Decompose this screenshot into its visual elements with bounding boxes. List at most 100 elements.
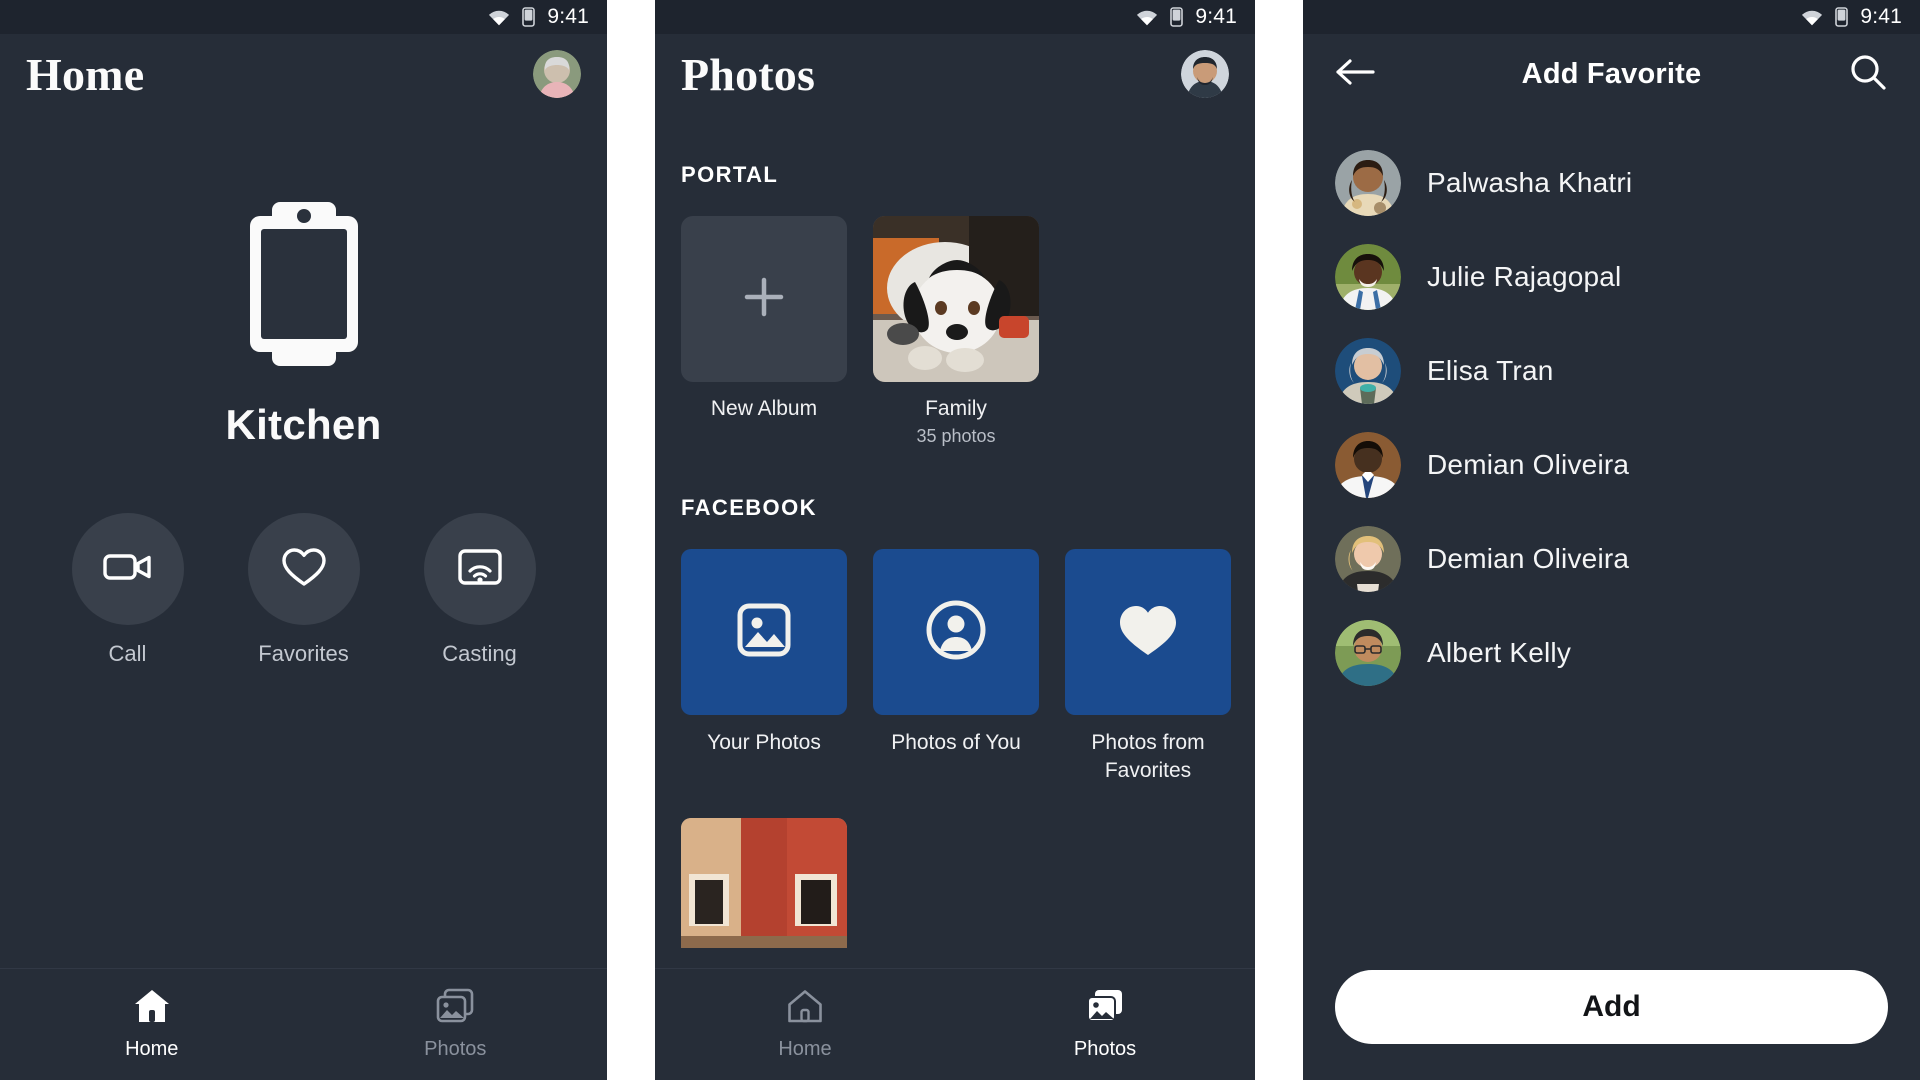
- tile-photos-of-you[interactable]: Photos of You: [873, 549, 1039, 784]
- three-panel-mockup: 9:41 Home Kitchen Call Favorites Casting…: [0, 0, 1920, 1080]
- contact-name: Demian Oliveira: [1427, 543, 1630, 574]
- nav-item-home[interactable]: Home: [0, 969, 304, 1080]
- action-call-label: Call: [108, 641, 147, 666]
- add-button[interactable]: Add: [1335, 970, 1888, 1044]
- status-time: 9:41: [1860, 5, 1902, 28]
- heart-filled-icon: [1116, 601, 1180, 664]
- strip-tile-building[interactable]: [681, 817, 847, 948]
- tile-photos-of-you-surface[interactable]: [873, 549, 1039, 716]
- tile-photos-from-favorites-label: Photos from Favorites: [1091, 731, 1205, 782]
- photos-stack-icon: [436, 988, 474, 1029]
- contact-list: Palwasha Khatri Julie Rajagopal Elisa Tr…: [1303, 136, 1920, 700]
- action-favorites-label: Favorites: [258, 641, 349, 666]
- avatar[interactable]: [1181, 50, 1229, 98]
- bottom-nav-photos: Home Photos: [655, 968, 1255, 1080]
- add-action-bar: Add: [1303, 970, 1920, 1080]
- back-button[interactable]: [1329, 48, 1381, 100]
- list-item[interactable]: Albert Kelly: [1303, 606, 1920, 700]
- avatar: [1335, 432, 1401, 498]
- photos-stack-icon: [1086, 988, 1124, 1029]
- list-item[interactable]: Julie Rajagopal: [1303, 230, 1920, 324]
- action-call-circle[interactable]: [71, 513, 184, 625]
- bottom-nav-home: Home Photos: [0, 968, 607, 1080]
- tile-photos-of-you-label: Photos of You: [891, 731, 1021, 755]
- app-bar-photos: Photos: [655, 34, 1255, 114]
- photos-content: PORTAL New Album Family 35 photos FACEBO…: [655, 114, 1255, 968]
- wifi-icon: [488, 9, 510, 26]
- action-favorites[interactable]: Favorites: [246, 513, 362, 667]
- home-content: Kitchen Call Favorites Casting: [0, 114, 607, 962]
- video-camera-icon: [102, 549, 153, 590]
- nav-item-home[interactable]: Home: [655, 969, 955, 1080]
- tile-photos-from-favorites-surface[interactable]: [1065, 549, 1231, 716]
- building-photo: [681, 817, 847, 948]
- action-casting-label: Casting: [442, 641, 517, 666]
- contact-name: Demian Oliveira: [1427, 449, 1630, 480]
- contact-name: Albert Kelly: [1427, 637, 1572, 668]
- search-icon: [1849, 53, 1887, 96]
- search-button[interactable]: [1842, 48, 1894, 100]
- avatar: [1335, 620, 1401, 686]
- dog-photo: [873, 216, 1039, 382]
- page-title: Home: [26, 48, 145, 100]
- person-circle-icon: [924, 598, 988, 667]
- contact-name: Elisa Tran: [1427, 355, 1554, 386]
- album-family-tile[interactable]: [873, 216, 1039, 382]
- album-new-tile[interactable]: [681, 216, 847, 382]
- tile-your-photos-surface[interactable]: [681, 549, 847, 716]
- image-icon: [733, 599, 795, 666]
- plus-icon: [739, 272, 789, 327]
- quick-actions: Call Favorites Casting: [70, 513, 538, 667]
- section-heading-portal: PORTAL: [681, 162, 779, 187]
- section-heading-facebook: FACEBOOK: [681, 495, 817, 521]
- avatar: [1335, 338, 1401, 404]
- nav-item-photos-label: Photos: [424, 1038, 487, 1060]
- wifi-icon: [1801, 9, 1823, 26]
- list-item[interactable]: Palwasha Khatri: [1303, 136, 1920, 230]
- home-icon: [133, 988, 171, 1029]
- status-bar: 9:41: [0, 0, 607, 34]
- battery-icon: [522, 7, 536, 27]
- action-casting[interactable]: Casting: [422, 513, 538, 667]
- album-family-label: Family: [925, 397, 987, 420]
- app-bar-add-favorite: Add Favorite: [1303, 34, 1920, 114]
- avatar: [1335, 150, 1401, 216]
- nav-item-photos[interactable]: Photos: [304, 969, 608, 1080]
- album-family[interactable]: Family 35 photos: [873, 216, 1039, 447]
- portal-albums: New Album Family 35 photos: [681, 216, 1229, 447]
- nav-item-photos[interactable]: Photos: [955, 969, 1255, 1080]
- home-icon: [786, 988, 824, 1029]
- tile-photos-from-favorites[interactable]: Photos from Favorites: [1065, 549, 1231, 784]
- wifi-icon: [1136, 9, 1158, 26]
- action-favorites-circle[interactable]: [247, 513, 360, 625]
- avatar[interactable]: [533, 50, 581, 98]
- heart-outline-icon: [281, 546, 327, 593]
- arrow-left-icon: [1335, 57, 1375, 92]
- contact-name: Julie Rajagopal: [1427, 261, 1622, 292]
- panel-home: 9:41 Home Kitchen Call Favorites Casting…: [0, 0, 607, 1080]
- nav-item-home-label: Home: [778, 1038, 832, 1060]
- nav-item-photos-label: Photos: [1073, 1038, 1137, 1060]
- status-bar-add-favorite: 9:41: [1303, 0, 1920, 34]
- contact-name: Palwasha Khatri: [1427, 167, 1633, 198]
- album-new[interactable]: New Album: [681, 216, 847, 447]
- action-call[interactable]: Call: [70, 513, 186, 667]
- nav-item-home-label: Home: [125, 1038, 179, 1060]
- status-time: 9:41: [1195, 5, 1237, 28]
- tile-your-photos[interactable]: Your Photos: [681, 549, 847, 784]
- list-item[interactable]: Elisa Tran: [1303, 324, 1920, 418]
- photo-strip: [681, 817, 1229, 948]
- status-time: 9:41: [547, 5, 589, 28]
- avatar: [1335, 526, 1401, 592]
- action-casting-circle[interactable]: [423, 513, 536, 625]
- battery-icon: [1170, 7, 1184, 27]
- portal-device-icon: [249, 200, 358, 377]
- album-family-count: 35 photos: [916, 426, 996, 447]
- list-item[interactable]: Demian Oliveira: [1303, 512, 1920, 606]
- page-title: Add Favorite: [1521, 57, 1702, 90]
- app-bar-home: Home: [0, 34, 607, 114]
- avatar: [1335, 244, 1401, 310]
- list-item[interactable]: Demian Oliveira: [1303, 418, 1920, 512]
- page-title: Photos: [681, 48, 816, 100]
- status-bar-photos: 9:41: [655, 0, 1255, 34]
